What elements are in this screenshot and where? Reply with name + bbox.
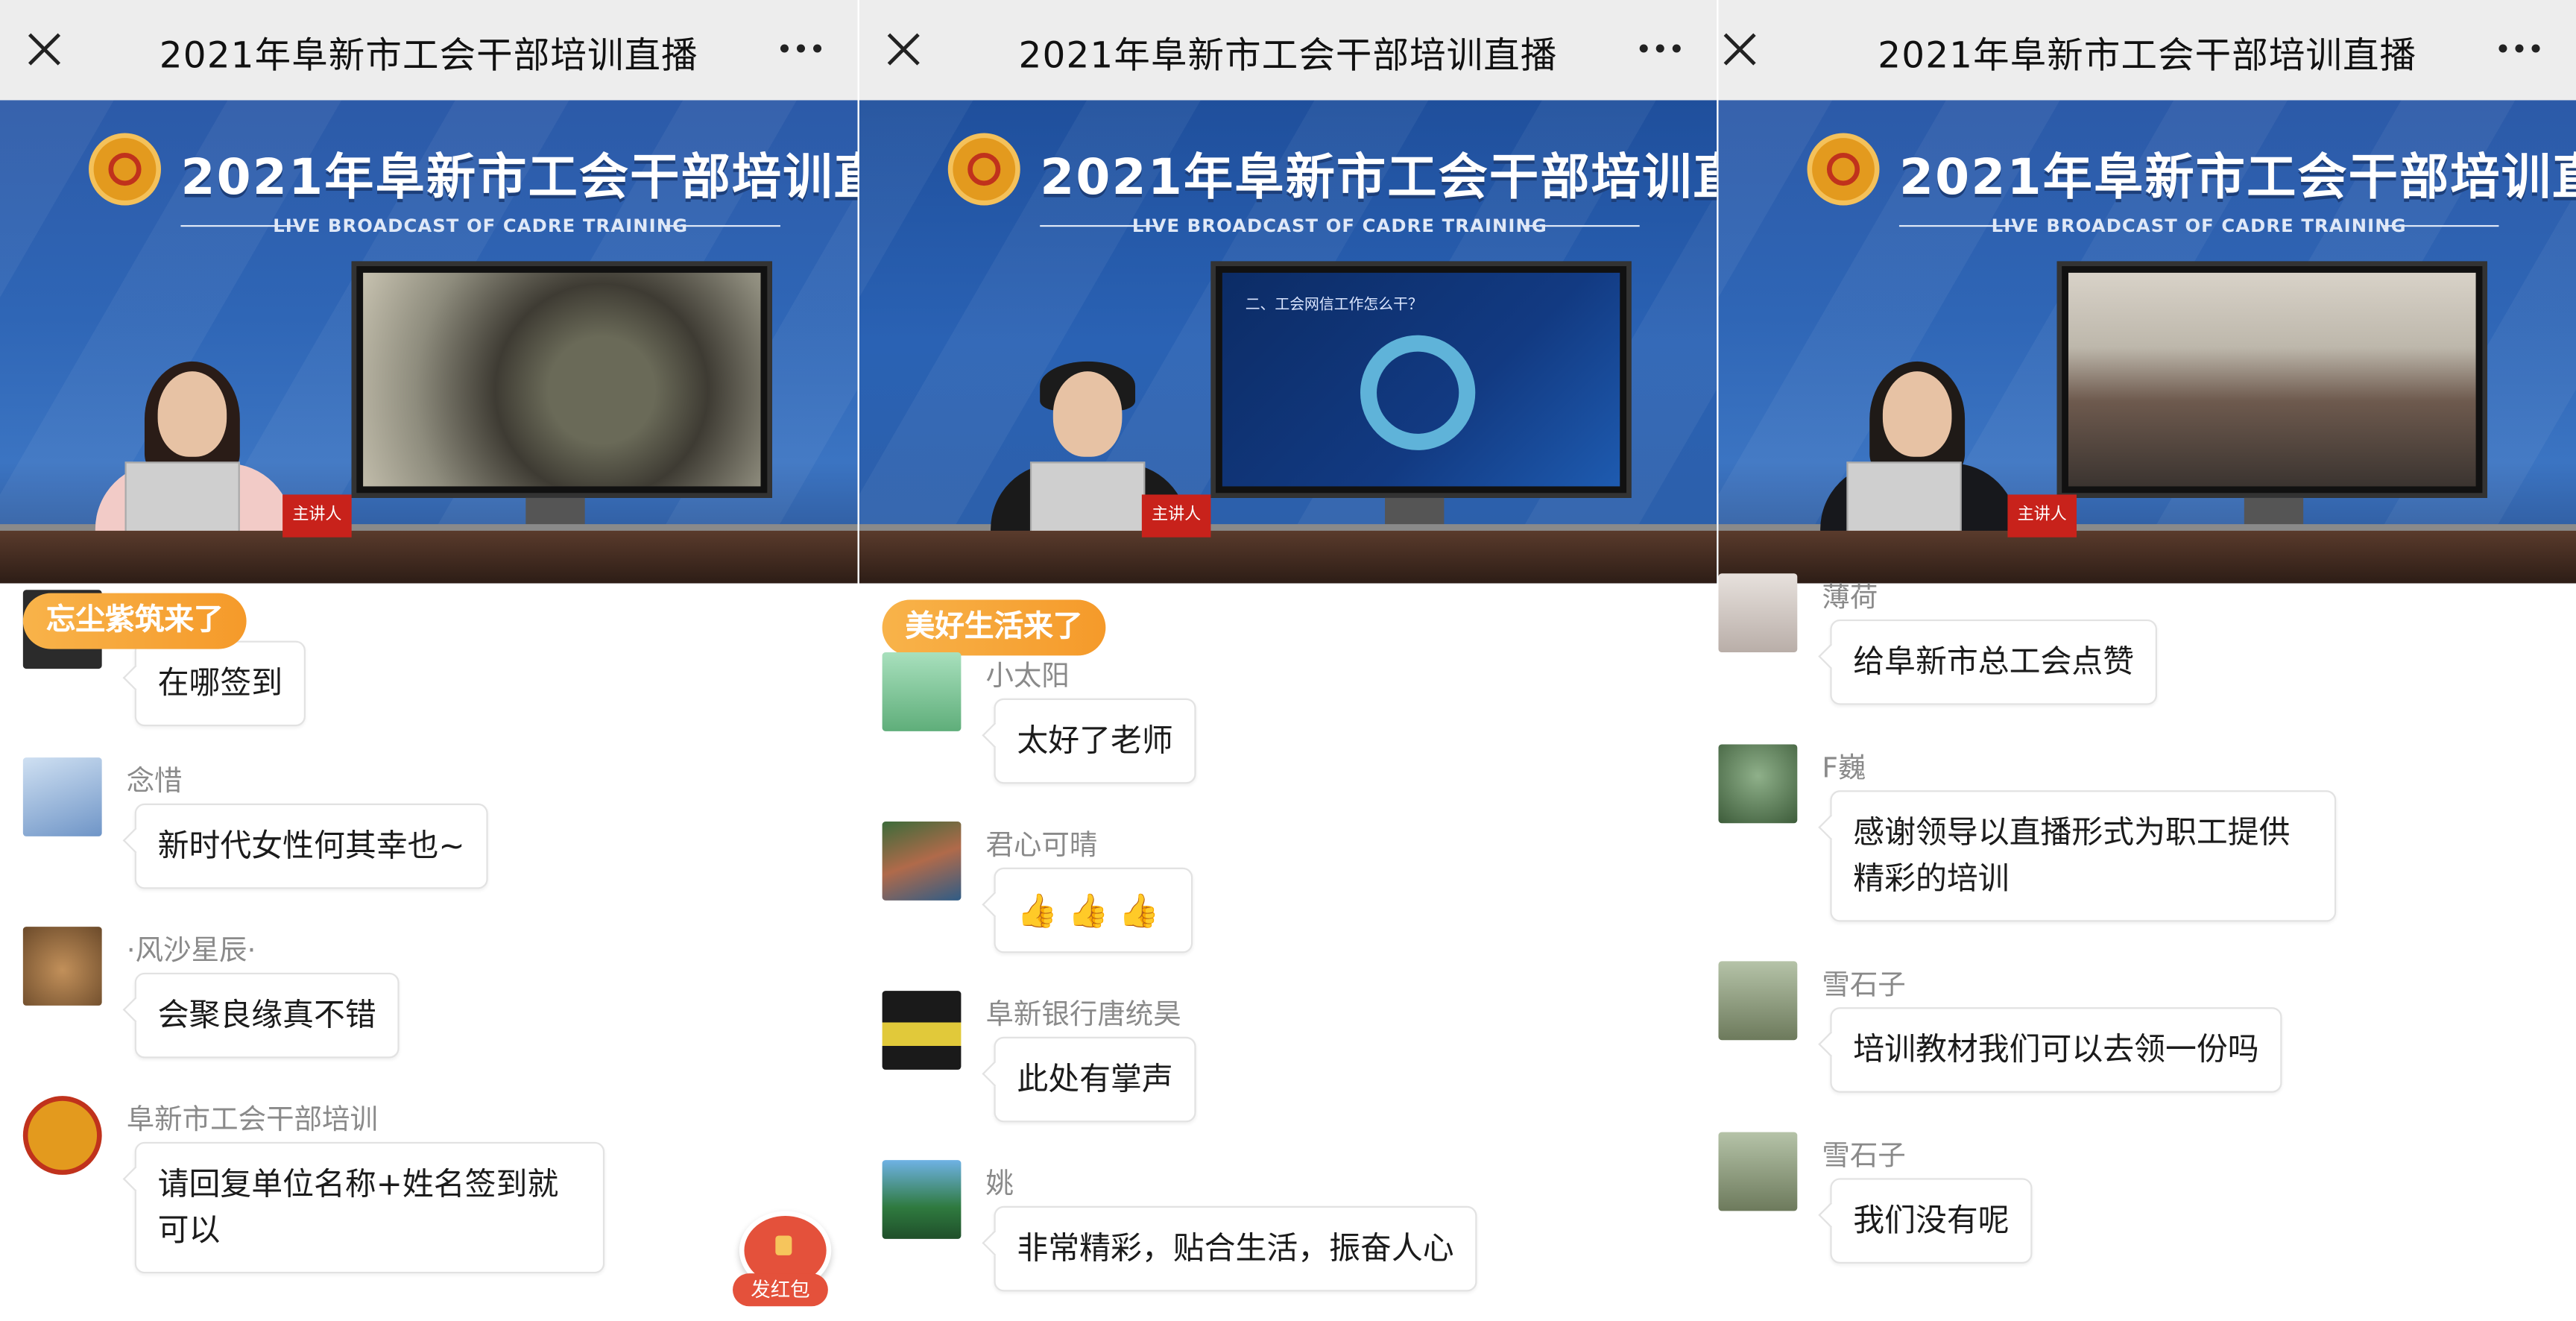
avatar[interactable] xyxy=(1718,573,1798,653)
avatar[interactable] xyxy=(1718,744,1798,824)
avatar[interactable] xyxy=(22,757,102,836)
screen-monitor xyxy=(351,261,772,498)
avatar[interactable] xyxy=(882,1160,962,1239)
username: 阜新市工会干部培训 xyxy=(126,1104,378,1138)
join-banner: 美好生活来了 xyxy=(882,599,1106,656)
screen-monitor xyxy=(2056,261,2488,498)
live-panel-3: 2021年阜新市工会干部培训直播 2021年阜新市工会干部培训直播 LIVE B… xyxy=(1718,0,2576,1321)
message-bubble: 给阜新市总工会点赞 xyxy=(1830,619,2158,705)
live-video[interactable]: 2021年阜新市工会干部培训直播 LIVE BROADCAST OF CADRE… xyxy=(0,100,858,584)
video-banner-title: 2021年阜新市工会干部培训直播 xyxy=(1040,149,1717,207)
message-bubble: 新时代女性何其幸也~ xyxy=(134,803,488,889)
screenshot-collage: 2021年阜新市工会干部培训直播 2021年阜新市工会干部培训直播 LIVE B… xyxy=(0,0,2576,1321)
slide-diagram xyxy=(1360,335,1476,450)
live-panel-1: 2021年阜新市工会干部培训直播 2021年阜新市工会干部培训直播 LIVE B… xyxy=(0,0,858,1321)
chat-list[interactable]: 在哪签到 忘尘紫筑来了 念惜 新时代女性何其幸也~ ·风沙星辰· 会聚良缘真不错… xyxy=(0,583,858,1321)
desk xyxy=(0,530,858,584)
avatar[interactable] xyxy=(882,652,962,731)
union-avatar-icon[interactable] xyxy=(22,1096,102,1175)
avatar[interactable] xyxy=(1718,961,1798,1041)
message-bubble: 我们没有呢 xyxy=(1830,1178,2033,1264)
video-banner-subtitle: LIVE BROADCAST OF CADRE TRAINING xyxy=(1040,215,1640,236)
message-bubble: 太好了老师 xyxy=(994,698,1196,784)
message-bubble: 请回复单位名称+姓名签到就可以 xyxy=(134,1141,605,1274)
username: 雪石子 xyxy=(1822,969,1906,1003)
username: F巍 xyxy=(1822,752,1866,786)
nameplate: 主讲人 xyxy=(282,494,352,537)
red-packet-button[interactable]: 发红包 xyxy=(733,1211,832,1309)
video-banner-subtitle: LIVE BROADCAST OF CADRE TRAINING xyxy=(1898,215,2499,236)
live-panel-2: 2021年阜新市工会干部培训直播 2021年阜新市工会干部培训直播 LIVE B… xyxy=(859,0,1717,1321)
close-icon[interactable] xyxy=(1718,28,1761,70)
nameplate: 主讲人 xyxy=(2007,494,2077,537)
nameplate: 主讲人 xyxy=(1141,494,1211,537)
chat-list[interactable]: 美好生活来了 小太阳 太好了老师 君心可晴 👍👍👍 阜新银行唐统昊 此处有掌声 … xyxy=(859,583,1717,1321)
chat-list[interactable]: 薄荷 给阜新市总工会点赞 F巍 感谢领导以直播形式为职工提供精彩的培训 雪石子 … xyxy=(1718,573,2576,1321)
more-options-icon[interactable] xyxy=(780,44,822,53)
page-title: 2021年阜新市工会干部培训直播 xyxy=(159,36,698,78)
avatar[interactable] xyxy=(882,991,962,1070)
live-video[interactable]: 2021年阜新市工会干部培训直播 LIVE BROADCAST OF CADRE… xyxy=(1718,100,2576,584)
header-bar: 2021年阜新市工会干部培训直播 xyxy=(1718,0,2576,101)
username: 薄荷 xyxy=(1822,581,1878,615)
avatar[interactable] xyxy=(22,927,102,1006)
username: 阜新银行唐统昊 xyxy=(985,999,1181,1032)
username: 君心可晴 xyxy=(985,830,1098,863)
header-bar: 2021年阜新市工会干部培训直播 xyxy=(0,0,858,101)
laptop xyxy=(124,461,240,541)
username: 小太阳 xyxy=(985,660,1070,694)
message-bubble: 在哪签到 xyxy=(134,640,306,727)
message-bubble: 会聚良缘真不错 xyxy=(134,972,400,1059)
red-packet-label: 发红包 xyxy=(733,1273,828,1307)
avatar[interactable] xyxy=(882,822,962,901)
more-options-icon[interactable] xyxy=(1639,44,1681,53)
username: 念惜 xyxy=(126,766,183,799)
join-banner: 忘尘紫筑来了 xyxy=(22,593,247,649)
close-icon[interactable] xyxy=(883,28,925,70)
video-banner-title: 2021年阜新市工会干部培训直播 xyxy=(180,149,857,207)
username: ·风沙星辰· xyxy=(126,935,256,968)
header-bar: 2021年阜新市工会干部培训直播 xyxy=(859,0,1717,101)
laptop xyxy=(1846,461,1962,541)
union-logo-icon xyxy=(1807,133,1880,206)
video-banner-title: 2021年阜新市工会干部培训直播 xyxy=(1898,149,2576,207)
message-bubble: 👍👍👍 xyxy=(994,867,1193,953)
close-icon[interactable] xyxy=(23,28,66,70)
page-title: 2021年阜新市工会干部培训直播 xyxy=(1018,36,1558,78)
message-bubble: 此处有掌声 xyxy=(994,1036,1196,1123)
live-video[interactable]: 2021年阜新市工会干部培训直播 LIVE BROADCAST OF CADRE… xyxy=(859,100,1717,584)
union-logo-icon xyxy=(947,133,1020,206)
page-title: 2021年阜新市工会干部培训直播 xyxy=(1878,36,2417,78)
slide-heading: 二、工会网信工作怎么干？ xyxy=(1245,297,1423,314)
video-banner-subtitle: LIVE BROADCAST OF CADRE TRAINING xyxy=(180,215,780,236)
message-bubble: 培训教材我们可以去领一份吗 xyxy=(1830,1007,2282,1093)
username: 姚 xyxy=(985,1168,1014,1202)
avatar[interactable] xyxy=(1718,1132,1798,1211)
more-options-icon[interactable] xyxy=(2498,44,2540,53)
laptop xyxy=(1029,461,1146,541)
desk xyxy=(859,530,1717,584)
message-bubble: 非常精彩，贴合生活，振奋人心 xyxy=(994,1205,1477,1292)
union-logo-icon xyxy=(89,133,162,206)
screen-monitor: 二、工会网信工作怎么干？ xyxy=(1210,261,1632,498)
username: 雪石子 xyxy=(1822,1140,1906,1173)
message-bubble: 感谢领导以直播形式为职工提供精彩的培训 xyxy=(1830,790,2337,922)
